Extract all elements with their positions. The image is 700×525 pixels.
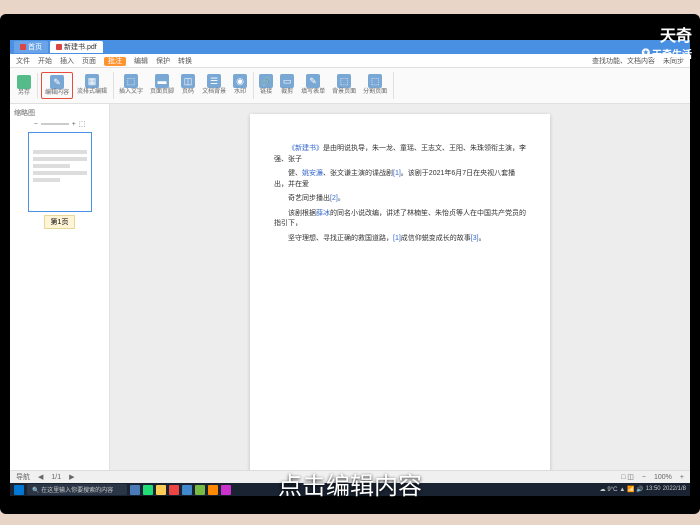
tab-home[interactable]: 首页 bbox=[14, 41, 48, 53]
taskbar-search[interactable]: 🔍 在这里输入你要搜索的内容 bbox=[27, 484, 127, 495]
document-canvas[interactable]: 《新建书》是由明说执导，朱一龙、童瑶、王志文、王阳、朱珠领衔主演，李强、张子健、… bbox=[110, 104, 690, 470]
sidebar-title: 缩略图 bbox=[14, 108, 35, 118]
thumb-zoom[interactable]: −+⬚ bbox=[34, 120, 86, 128]
pdf-icon bbox=[56, 44, 62, 50]
tool-链接[interactable]: 🔗链接 bbox=[256, 72, 276, 99]
ribbon-toolbar: 另存 ✎编辑内容▦流排式编辑⬚插入文字▬页面页脚◫页码☰文档背景◉水印 🔗链接▭裁… bbox=[10, 68, 690, 104]
start-button[interactable] bbox=[14, 485, 24, 495]
video-caption: 点击编辑内容 bbox=[278, 466, 422, 501]
tool-页码[interactable]: ◫页码 bbox=[178, 72, 198, 99]
page-indicator[interactable]: 1/1 bbox=[51, 474, 61, 481]
menu-批注[interactable]: 批注 bbox=[104, 57, 126, 66]
zoom-level[interactable]: 100% bbox=[654, 474, 672, 481]
fit-controls[interactable]: □ ◫ bbox=[621, 473, 634, 481]
tool-编辑内容[interactable]: ✎编辑内容 bbox=[41, 72, 73, 99]
save-as-button[interactable]: 另存 bbox=[14, 73, 34, 98]
workspace: 缩略图 −+⬚ 第1页 《新建书》是由明说执导，朱一龙、童瑶、王志文、王阳、朱珠… bbox=[10, 104, 690, 470]
tool-文档背景[interactable]: ☰文档背景 bbox=[199, 72, 229, 99]
app-window: 首页 新建书.pdf 文件开始插入页面批注编辑保护转换 查找功能、文档内容 未同… bbox=[10, 40, 690, 496]
menu-编辑[interactable]: 编辑 bbox=[134, 58, 148, 65]
app-icon[interactable] bbox=[221, 485, 231, 495]
tool-流排式编辑[interactable]: ▦流排式编辑 bbox=[74, 72, 110, 99]
document-page: 《新建书》是由明说执导，朱一龙、童瑶、王志文、王阳、朱珠领衔主演，李强、张子健、… bbox=[250, 114, 550, 470]
app-icon[interactable] bbox=[182, 485, 192, 495]
menu-文件[interactable]: 文件 bbox=[16, 58, 30, 65]
menu-页面[interactable]: 页面 bbox=[82, 58, 96, 65]
menu-插入[interactable]: 插入 bbox=[60, 58, 74, 65]
tool-填写表单[interactable]: ✎填写表单 bbox=[298, 72, 328, 99]
menubar: 文件开始插入页面批注编辑保护转换 查找功能、文档内容 未同步 bbox=[10, 54, 690, 68]
page-thumbnail[interactable] bbox=[28, 132, 92, 212]
watermark: 天奇 天奇生活 bbox=[642, 22, 692, 61]
task-view-icon[interactable] bbox=[130, 485, 140, 495]
clock[interactable]: 13:50 bbox=[646, 486, 661, 493]
menu-保护[interactable]: 保护 bbox=[156, 58, 170, 65]
app-icon[interactable] bbox=[169, 485, 179, 495]
nav-label[interactable]: 导航 bbox=[16, 472, 30, 482]
app-icon[interactable] bbox=[195, 485, 205, 495]
app-icon[interactable] bbox=[208, 485, 218, 495]
tool-裁剪[interactable]: ▭裁剪 bbox=[277, 72, 297, 99]
titlebar: 首页 新建书.pdf bbox=[10, 40, 690, 54]
thumb-page-label: 第1页 bbox=[44, 215, 76, 229]
home-icon bbox=[20, 44, 26, 50]
tool-水印[interactable]: ◉水印 bbox=[230, 72, 250, 99]
tool-插入文字[interactable]: ⬚插入文字 bbox=[116, 72, 146, 99]
tool-分割页面[interactable]: ⬚分割页面 bbox=[360, 72, 390, 99]
menu-转换[interactable]: 转换 bbox=[178, 58, 192, 65]
explorer-icon[interactable] bbox=[156, 485, 166, 495]
tool-背景页面[interactable]: ⬚背景页面 bbox=[329, 72, 359, 99]
weather-widget[interactable]: ☁ 9°C bbox=[600, 486, 618, 493]
tab-document[interactable]: 新建书.pdf bbox=[50, 41, 103, 53]
date[interactable]: 2022/1/8 bbox=[663, 486, 686, 493]
tool-页面页脚[interactable]: ▬页面页脚 bbox=[147, 72, 177, 99]
thumbnail-panel: 缩略图 −+⬚ 第1页 bbox=[10, 104, 110, 470]
menu-开始[interactable]: 开始 bbox=[38, 58, 52, 65]
edge-icon[interactable] bbox=[143, 485, 153, 495]
